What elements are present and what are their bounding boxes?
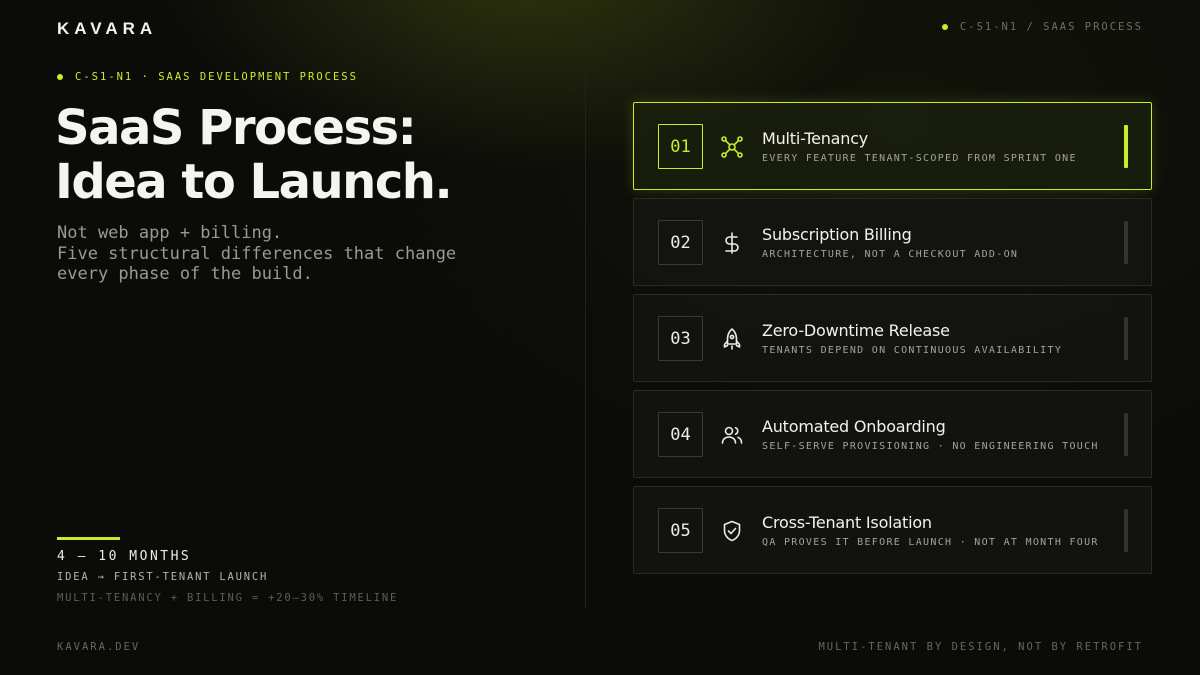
- footer-website[interactable]: KAVARA.DEV: [57, 641, 140, 653]
- page-title-line-1: SaaS Process:: [55, 100, 417, 156]
- dollar-icon: [720, 231, 744, 255]
- eyebrow: C-S1-N1 · SAAS DEVELOPMENT PROCESS: [57, 71, 358, 83]
- card-indicator: [1124, 125, 1128, 168]
- card-number: 05: [658, 508, 703, 553]
- section-tag-label: C-S1-N1 / SAAS PROCESS: [959, 21, 1143, 33]
- users-icon: [720, 423, 744, 447]
- rocket-icon: [720, 327, 744, 351]
- card-indicator: [1124, 317, 1128, 360]
- page-subtitle: Not web app + billing. Five structural d…: [57, 223, 557, 285]
- footer-tagline: MULTI-TENANT BY DESIGN, NOT BY RETROFIT: [818, 641, 1143, 653]
- shield-check-icon: [720, 519, 744, 543]
- accent-dot: [941, 24, 948, 30]
- card-subtitle: QA PROVES IT BEFORE LAUNCH · NOT AT MONT…: [762, 537, 1099, 548]
- card-indicator: [1124, 221, 1128, 264]
- card-title: Multi-Tenancy: [762, 129, 869, 148]
- process-card-zero-downtime-release[interactable]: 03 Zero-Downtime Release TENANTS DEPEND …: [633, 294, 1152, 382]
- subtitle-line-2: Five structural differences that change: [57, 243, 457, 264]
- card-number: 04: [658, 412, 703, 457]
- brand-logo: KAVARA: [57, 19, 158, 38]
- accent-dot: [57, 74, 63, 80]
- subtitle-line-1: Not web app + billing.: [57, 223, 283, 243]
- card-title: Subscription Billing: [762, 225, 912, 244]
- timeline-description: IDEA → FIRST-TENANT LAUNCH: [57, 571, 269, 583]
- card-number: 01: [658, 124, 703, 169]
- card-indicator: [1124, 413, 1128, 456]
- card-number: 03: [658, 316, 703, 361]
- card-subtitle: SELF-SERVE PROVISIONING · NO ENGINEERING…: [762, 441, 1099, 452]
- timeline-accent-bar: [57, 537, 120, 540]
- process-card-multi-tenancy[interactable]: 01 Multi-Tenancy EVERY FEATURE TENANT-SC…: [633, 102, 1152, 190]
- eyebrow-label: C-S1-N1 · SAAS DEVELOPMENT PROCESS: [75, 71, 358, 83]
- card-title: Automated Onboarding: [762, 417, 946, 436]
- card-subtitle: ARCHITECTURE, NOT A CHECKOUT ADD-ON: [762, 249, 1019, 260]
- process-card-list: 01 Multi-Tenancy EVERY FEATURE TENANT-SC…: [633, 102, 1152, 582]
- card-subtitle: EVERY FEATURE TENANT-SCOPED FROM SPRINT …: [762, 153, 1077, 164]
- page-title-line-2: Idea to Launch.: [55, 154, 453, 210]
- process-card-cross-tenant-isolation[interactable]: 05 Cross-Tenant Isolation QA PROVES IT B…: [633, 486, 1152, 574]
- network-nodes-icon: [720, 135, 744, 159]
- section-tag: C-S1-N1 / SAAS PROCESS: [941, 21, 1143, 33]
- vertical-divider: [585, 68, 586, 608]
- timeline-note: MULTI-TENANCY + BILLING = +20–30% TIMELI…: [57, 592, 399, 604]
- card-title: Zero-Downtime Release: [762, 321, 950, 340]
- card-number: 02: [658, 220, 703, 265]
- page-title: SaaS Process: Idea to Launch.: [55, 101, 555, 209]
- process-card-automated-onboarding[interactable]: 04 Automated Onboarding SELF-SERVE PROVI…: [633, 390, 1152, 478]
- timeline-range: 4 – 10 MONTHS: [57, 549, 192, 564]
- card-subtitle: TENANTS DEPEND ON CONTINUOUS AVAILABILIT…: [762, 345, 1063, 356]
- subtitle-line-3: every phase of the build.: [57, 264, 313, 284]
- card-indicator: [1124, 509, 1128, 552]
- card-title: Cross-Tenant Isolation: [762, 513, 932, 532]
- process-card-subscription-billing[interactable]: 02 Subscription Billing ARCHITECTURE, NO…: [633, 198, 1152, 286]
